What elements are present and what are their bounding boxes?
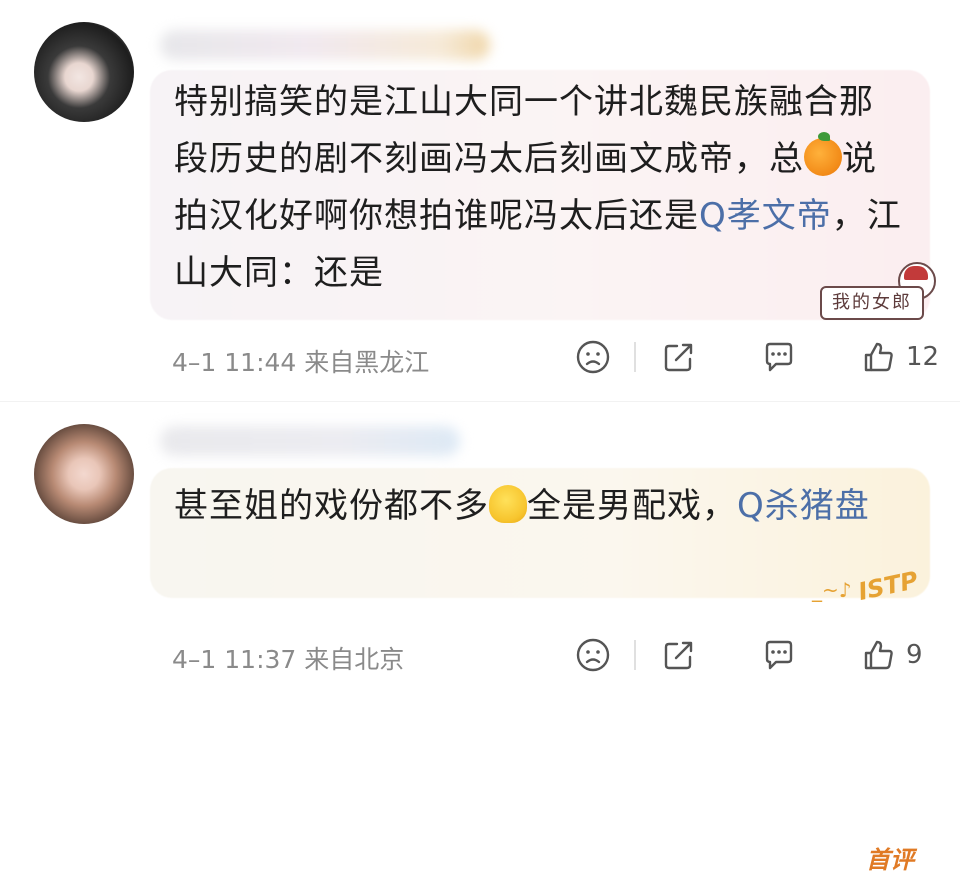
comment-text-part: 特别搞笑的是江山大同一个讲北魏民族融合那段历史的剧不刻画冯太后刻画文成帝，总 [174,82,874,179]
comment-icon [765,342,793,372]
comment-feed: 特别搞笑的是江山大同一个讲北魏民族融合那段历史的剧不刻画冯太后刻画文成帝，总 说拍… [0,0,960,874]
comment-item: 特别搞笑的是江山大同一个讲北魏民族融合那段历史的剧不刻画冯太后刻画文成帝，总 说拍… [0,0,960,400]
avatar[interactable] [34,424,134,524]
reply-button[interactable] [758,634,800,676]
location: 来自黑龙江 [304,348,430,377]
comment-actions: 12 [572,336,939,378]
melting-face-emoji-icon [489,485,527,523]
comment-meta: 4–1 11:37 来自北京 [172,640,404,676]
orange-emoji-icon [804,132,842,176]
fan-badge: 我的女郎 [820,286,924,320]
avatar[interactable] [34,22,134,122]
username-blurred[interactable] [160,30,490,60]
location: 来自北京 [304,645,405,674]
like-icon [864,342,893,372]
sad-face-icon [576,638,610,672]
comment-text: 甚至姐的戏份都不多 全是男配戏，Q杀猪盘 [174,478,904,535]
like-count: 12 [906,342,940,372]
timestamp: 4–1 11:44 [172,348,297,377]
comment-text: 特别搞笑的是江山大同一个讲北魏民族融合那段历史的剧不刻画冯太后刻画文成帝，总 说拍… [174,74,904,302]
search-link[interactable]: Q孝文帝 [699,196,832,236]
like-button[interactable] [858,336,900,378]
share-icon [664,343,693,372]
timestamp: 4–1 11:37 [172,645,297,674]
comment-text-part: 全是男配戏， [527,486,737,526]
comment-meta: 4–1 11:44 来自黑龙江 [172,343,429,379]
dislike-button[interactable] [572,634,614,676]
dislike-button[interactable] [572,336,614,378]
wave-deco: _~♪ [812,578,852,602]
divider [634,640,636,670]
share-button[interactable] [658,336,700,378]
sad-face-icon [576,340,610,374]
username-blurred[interactable] [160,426,460,456]
comment-icon [765,640,793,670]
comment-actions: 9 [572,634,923,676]
first-comment-badge: 首评 [866,846,914,874]
reply-button[interactable] [758,336,800,378]
like-icon [864,640,893,670]
share-button[interactable] [658,634,700,676]
search-link[interactable]: Q杀猪盘 [737,486,870,526]
share-icon [664,641,693,670]
comment-item: 首评 甚至姐的戏份都不多 全是男配戏，Q杀猪盘 4–1 11:37 来自北京 9 [0,402,960,874]
like-button[interactable] [858,634,900,676]
divider [634,342,636,372]
comment-text-part: 甚至姐的戏份都不多 [174,486,489,526]
like-count: 9 [906,640,923,670]
